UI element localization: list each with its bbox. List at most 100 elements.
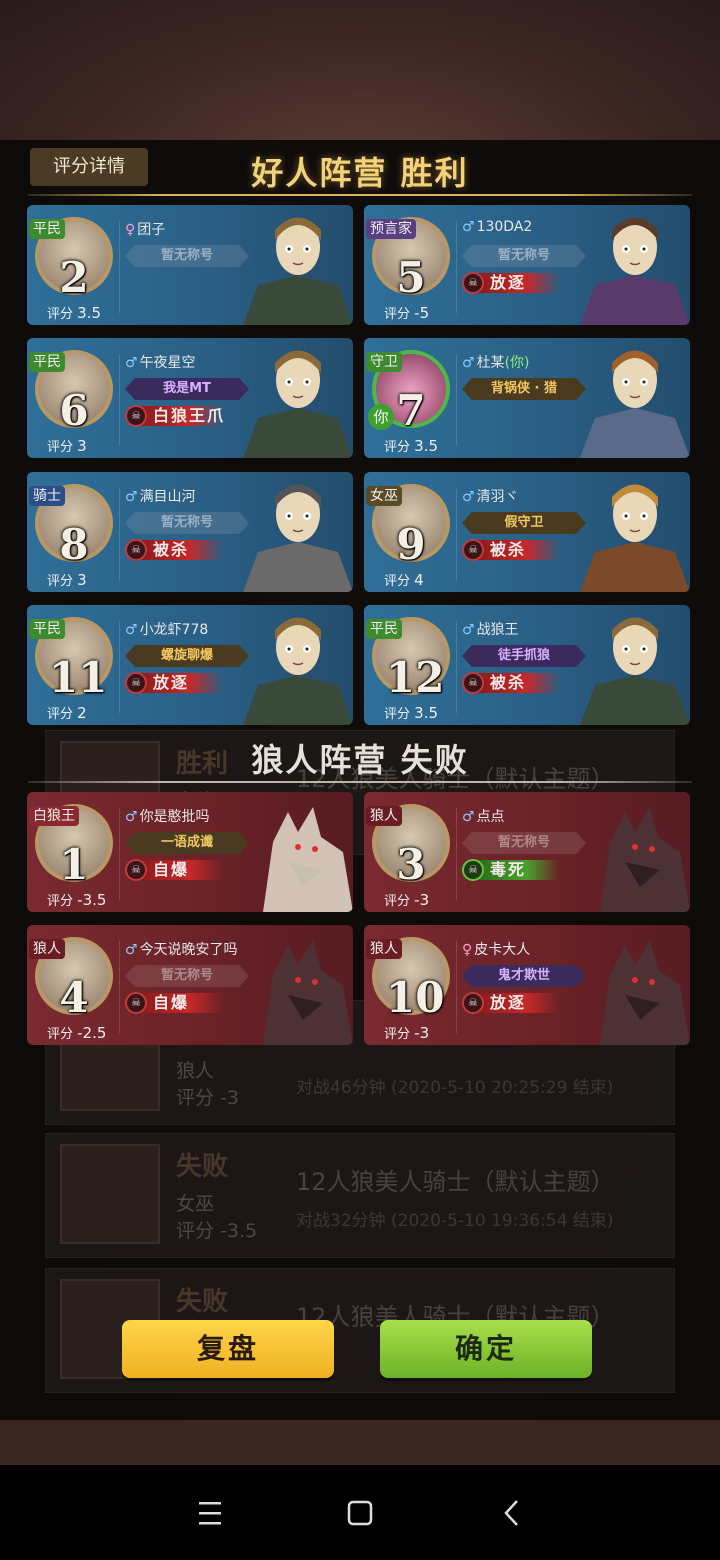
replay-button[interactable]: 复盘 (122, 1320, 334, 1378)
player-card[interactable]: 狼人 3 评分 -3 ♂ 点点 暂无称号 ☠ 毒死 (364, 792, 690, 912)
score-value: 3.5 (77, 304, 102, 322)
status-text: 被杀 (153, 540, 190, 559)
bg-list-sub: 对战46分钟 (2020-5-10 20:25:29 结束) (296, 1078, 614, 1098)
player-card[interactable]: 骑士 8 评分 3 ♂ 满目山河暂无称号 ☠ 被杀 (27, 472, 353, 592)
player-score: 评分 -3 (384, 890, 429, 909)
score-value: -2.5 (77, 1024, 107, 1042)
score-label: 评分 (384, 707, 411, 722)
skull-icon: ☠ (462, 272, 484, 294)
card-divider (456, 221, 457, 313)
title-badge: 我是MT (125, 378, 249, 400)
score-value: 3 (77, 571, 87, 589)
bottom-backdrop (0, 1420, 720, 1465)
title-badge: 背锅侠 · 猎 (462, 378, 586, 400)
you-badge: 你 (368, 404, 394, 430)
home-icon[interactable] (340, 1493, 380, 1533)
bg-list-role: 女巫 (176, 1193, 215, 1215)
death-status: ☠ 自爆 (125, 991, 225, 1015)
title-badge: 一语成谶 (125, 832, 249, 854)
menu-icon[interactable] (190, 1493, 230, 1533)
player-name: 点点 (476, 809, 505, 825)
bg-list-title: 12人狼美人骑士（默认主题） (296, 1168, 615, 1196)
skull-icon: ☠ (462, 539, 484, 561)
player-name-row: ♂ 你是憨批吗 (125, 806, 210, 826)
score-label: 评分 (47, 894, 74, 909)
score-value: 3 (77, 437, 87, 455)
score-value: -3.5 (77, 891, 107, 909)
seat-number: 11 (49, 653, 108, 702)
death-status: ☠ 白狼王爪 (125, 404, 225, 428)
gender-icon: ♂ (125, 622, 138, 638)
score-label: 评分 (47, 707, 74, 722)
score-label: 评分 (384, 1027, 411, 1042)
status-text: 白狼王爪 (153, 406, 226, 425)
gender-icon: ♀ (462, 942, 473, 958)
card-divider (119, 621, 120, 713)
card-divider (119, 941, 120, 1033)
seat-number: 5 (396, 253, 426, 302)
player-score: 评分 -3.5 (47, 890, 106, 909)
player-score: 评分 3 (47, 436, 87, 455)
score-label: 评分 (47, 307, 74, 322)
gender-icon: ♀ (125, 222, 136, 238)
skull-icon: ☠ (462, 992, 484, 1014)
player-name-row: ♂ 今天说晚安了吗 (125, 939, 238, 959)
confirm-button[interactable]: 确定 (380, 1320, 592, 1378)
role-badge: 平民 (29, 352, 65, 372)
player-name: 清羽ヾ (476, 489, 519, 505)
title-badge: 徒手抓狼 (462, 645, 586, 667)
bg-list-sub: 对战32分钟 (2020-5-10 19:36:54 结束) (296, 1211, 614, 1231)
score-label: 评分 (47, 574, 74, 589)
player-card[interactable]: 女巫 9 评分 4 ♂ 清羽ヾ 假守卫 ☠ 被杀 (364, 472, 690, 592)
player-name-row: ♂ 满目山河 (125, 486, 196, 506)
seat-number: 8 (59, 520, 89, 569)
status-text: 放逐 (153, 673, 190, 692)
skull-icon: ☠ (125, 539, 147, 561)
score-label: 评分 (384, 440, 411, 455)
skull-icon: ☠ (125, 859, 147, 881)
score-label: 评分 (47, 440, 74, 455)
player-card[interactable]: 狼人 4 评分 -2.5 ♂ 今天说晚安了吗 暂无称号 ☠ 自爆 (27, 925, 353, 1045)
player-card[interactable]: 平民 12 评分 3.5 ♂ 战狼王 徒手抓狼 ☠ 被杀 (364, 605, 690, 725)
score-value: 2 (77, 704, 87, 722)
player-card[interactable]: 预言家 5 评分 -5 ♂ 130DA2 暂无称号 ☠ 放逐 (364, 205, 690, 325)
seat-number: 3 (396, 840, 426, 889)
title-badge: 暂无称号 (125, 512, 249, 534)
role-badge: 狼人 (366, 939, 402, 959)
title-badge: 暂无称号 (462, 832, 586, 854)
player-card[interactable]: 平民 6 评分 3 ♂ 午夜星空 我是MT ☠ 白狼王爪 (27, 338, 353, 458)
role-badge: 预言家 (366, 219, 416, 239)
gender-icon: ♂ (125, 489, 138, 505)
player-score: 评分 3.5 (384, 436, 438, 455)
player-card[interactable]: 平民 2 评分 3.5 ♀ 团子 暂无称号 (27, 205, 353, 325)
role-badge: 女巫 (366, 486, 402, 506)
player-score: 评分 -2.5 (47, 1023, 106, 1042)
back-icon[interactable] (492, 1493, 532, 1533)
player-score: 评分 2 (47, 703, 87, 722)
seat-number: 7 (396, 386, 426, 435)
death-status: ☠ 被杀 (125, 538, 225, 562)
player-name: 你是憨批吗 (139, 809, 210, 825)
role-badge: 狼人 (29, 939, 65, 959)
death-status: ☠ 被杀 (462, 671, 562, 695)
score-label: 评分 (47, 1027, 74, 1042)
player-name-row: ♀ 团子 (125, 219, 165, 239)
death-status: ☠ 毒死 (462, 858, 562, 882)
skull-icon: ☠ (125, 405, 147, 427)
player-name-row: ♂ 战狼王 (462, 619, 519, 639)
player-name-row: ♂ 杜某(你) (462, 352, 530, 372)
player-card[interactable]: 白狼王 1 评分 -3.5 ♂ 你是憨批吗 一语成谶 ☠ 自爆 (27, 792, 353, 912)
card-divider (456, 354, 457, 446)
score-value: -3 (414, 891, 430, 909)
player-card[interactable]: 狼人 10 评分 -3 ♀ 皮卡大人 鬼才欺世 ☠ 放逐 (364, 925, 690, 1045)
role-badge: 骑士 (29, 486, 65, 506)
player-card[interactable]: 守卫 7 你评分 3.5 ♂ 杜某(你) 背锅侠 · 猎 (364, 338, 690, 458)
role-badge: 平民 (366, 619, 402, 639)
title-badge: 鬼才欺世 (462, 965, 586, 987)
status-text: 被杀 (490, 540, 527, 559)
card-divider (456, 941, 457, 1033)
score-value: -5 (414, 304, 430, 322)
score-value: 4 (414, 571, 424, 589)
player-card[interactable]: 平民 11 评分 2 ♂ 小龙虾778 螺旋聊爆 ☠ 放逐 (27, 605, 353, 725)
death-status: ☠ 放逐 (125, 671, 225, 695)
